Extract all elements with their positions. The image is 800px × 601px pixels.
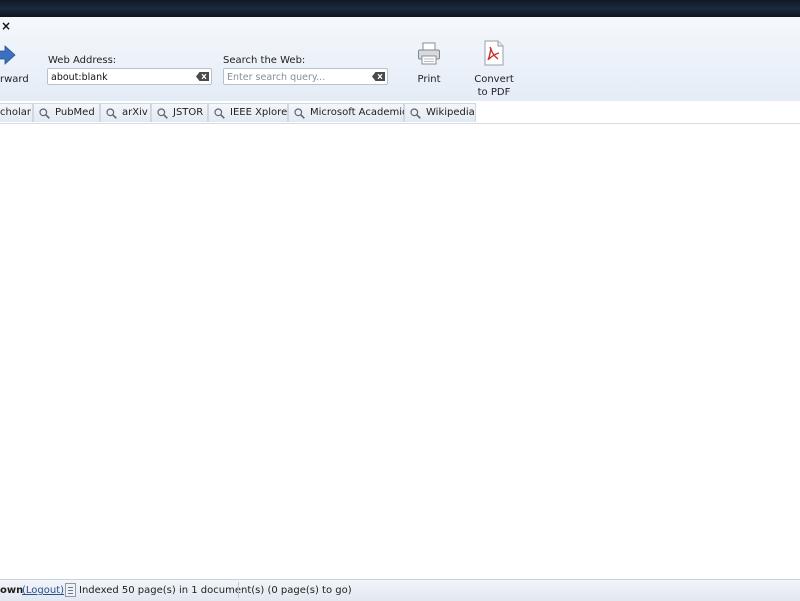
web-content-area[interactable]	[0, 124, 800, 579]
search-engine-tabs: cholar PubMed arXiv JSTOR IEEE Xplore Mi…	[0, 101, 800, 124]
tab-wikipedia[interactable]: Wikipedia	[404, 103, 476, 122]
print-label: Print	[417, 74, 441, 85]
magnifier-icon	[39, 107, 50, 119]
forward-arrow-icon[interactable]	[0, 44, 16, 66]
forward-button-label[interactable]: rward	[0, 74, 29, 85]
logout-link[interactable]: (Logout)	[22, 585, 64, 596]
tab-jstor[interactable]: JSTOR	[151, 103, 208, 122]
toolbar	[0, 17, 800, 101]
tab-label: Microsoft Academic	[310, 107, 408, 118]
tab-arxiv[interactable]: arXiv	[100, 103, 151, 122]
index-status-text: Indexed 50 page(s) in 1 document(s) (0 p…	[79, 585, 352, 596]
clear-address-icon[interactable]	[196, 72, 209, 81]
tab-label: Wikipedia	[426, 107, 475, 118]
search-web-label: Search the Web:	[223, 55, 306, 66]
web-address-label: Web Address:	[48, 55, 117, 66]
magnifier-icon	[157, 107, 168, 119]
magnifier-icon	[294, 107, 305, 119]
magnifier-icon	[214, 107, 225, 119]
search-web-input[interactable]	[223, 68, 388, 85]
pdf-document-icon	[484, 40, 504, 66]
tab-microsoft-academic[interactable]: Microsoft Academic	[288, 103, 408, 122]
tab-label: PubMed	[55, 107, 95, 118]
convert-label-line2: to PDF	[477, 87, 511, 98]
desktop-background-strip	[0, 0, 800, 17]
status-divider	[238, 582, 239, 598]
status-bar: own (Logout) Indexed 50 page(s) in 1 doc…	[0, 579, 800, 601]
tab-scholar[interactable]: cholar	[0, 103, 33, 122]
tab-label: JSTOR	[173, 107, 204, 118]
clear-search-icon[interactable]	[372, 72, 385, 81]
tab-label: arXiv	[122, 107, 148, 118]
tab-label: IEEE Xplore	[230, 107, 288, 118]
tab-label: cholar	[0, 107, 31, 118]
convert-to-pdf-button[interactable]: Convert to PDF	[468, 40, 520, 99]
close-button[interactable]: ×	[1, 20, 11, 32]
document-list-icon[interactable]	[65, 583, 76, 597]
tab-ieee-xplore[interactable]: IEEE Xplore	[208, 103, 288, 122]
printer-icon	[418, 42, 440, 65]
username-label: own	[0, 585, 24, 596]
tab-pubmed[interactable]: PubMed	[33, 103, 100, 122]
convert-label-line1: Convert	[474, 74, 514, 85]
web-address-input[interactable]	[47, 68, 212, 85]
print-button[interactable]: Print	[410, 42, 448, 86]
magnifier-icon	[410, 107, 421, 119]
magnifier-icon	[106, 107, 117, 119]
